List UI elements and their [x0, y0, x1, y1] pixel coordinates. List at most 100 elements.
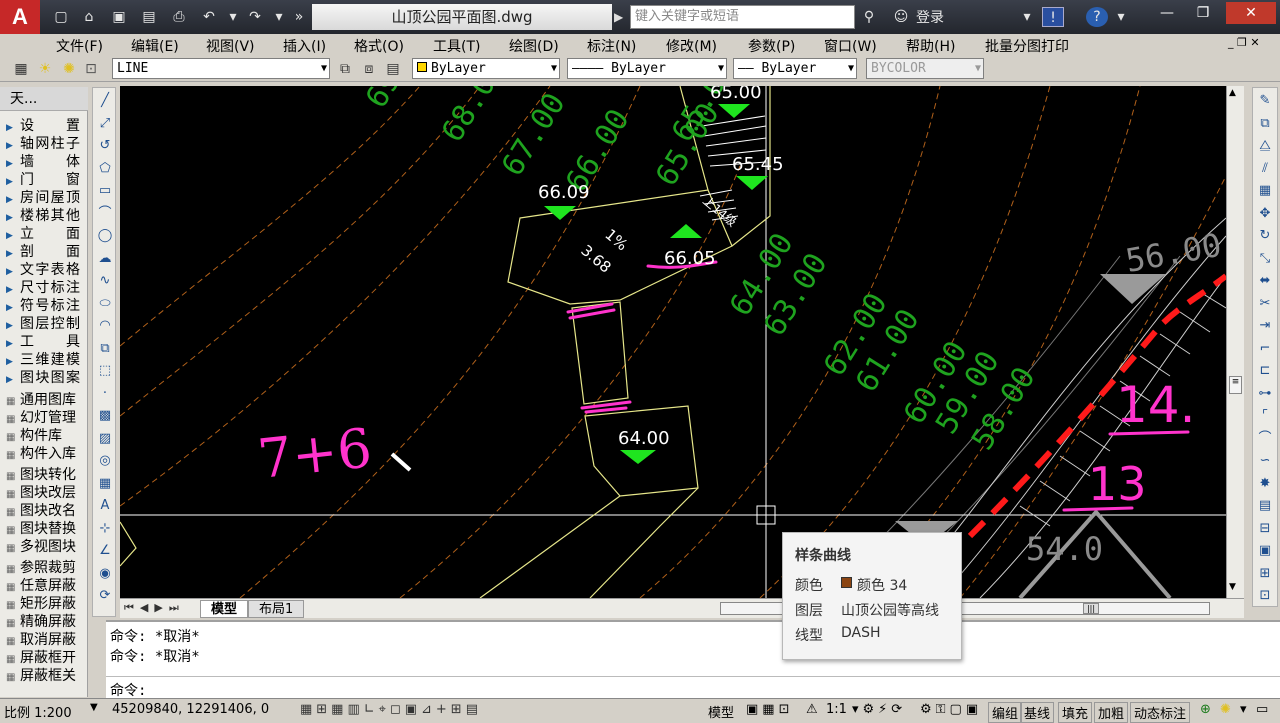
break-point-icon[interactable]: ⌐ — [1256, 340, 1274, 358]
user-icon[interactable]: ☺ — [890, 7, 912, 27]
layer-thaw-icon[interactable]: ✺ — [58, 59, 80, 79]
redo-dropdown-icon[interactable]: ▾ — [268, 7, 290, 27]
menu-help[interactable]: 帮助(H) — [906, 36, 955, 56]
drawing-canvas[interactable]: 69.68.0067.0066.0065.0065.0064.0063.0062… — [120, 86, 1226, 598]
stretch-icon[interactable]: ⬌ — [1256, 272, 1274, 290]
palette-sub-item[interactable]: ▦ 矩形屏蔽 — [6, 595, 88, 613]
tab-model[interactable]: 模型 — [200, 600, 249, 618]
offset-icon[interactable]: ⫽ — [1256, 160, 1274, 178]
menu-file[interactable]: 文件(F) — [56, 36, 103, 56]
palette-item[interactable]: ▶ 立面 — [6, 225, 88, 243]
doc-minimize-icon[interactable]: _ ❐ ✕ — [1228, 36, 1260, 49]
help-dropdown-icon[interactable]: ▾ — [1110, 7, 1132, 27]
ellipse-icon[interactable]: ⬭ — [96, 295, 114, 313]
break-icon[interactable]: ⊏ — [1256, 362, 1274, 380]
palette-item[interactable]: ▶ 楼梯其他 — [6, 207, 88, 225]
polygon-icon[interactable]: ⬠ — [96, 160, 114, 178]
palette-item[interactable]: ▶ 房间屋顶 — [6, 189, 88, 207]
palette-sub-item[interactable]: ▦ 屏蔽框开 — [6, 649, 88, 667]
lineweight-select[interactable]: —— ByLayer ▼ — [733, 58, 857, 79]
menu-parametric[interactable]: 参数(P) — [748, 36, 795, 56]
scale-display[interactable]: 比例 1:200 — [4, 702, 72, 721]
save-as-icon[interactable]: ▤ — [138, 7, 160, 27]
scroll-down-icon[interactable]: ▼ — [1229, 582, 1236, 592]
make-current-icon[interactable]: ⧉ — [334, 59, 356, 79]
minimize-icon[interactable]: — — [1150, 2, 1184, 24]
palette-sub-item[interactable]: ▦ 取消屏蔽 — [6, 631, 88, 649]
fullscreen-icon[interactable]: ▭ — [1256, 702, 1268, 717]
palette-sub-item[interactable]: ▦ 屏蔽框关 — [6, 667, 88, 685]
layer-select[interactable]: LINE ▼ — [112, 58, 330, 79]
copy-icon[interactable]: ⧉ — [1256, 115, 1274, 133]
palette-item[interactable]: ▶ 设置 — [6, 117, 88, 135]
palette-sub-item[interactable]: ▦ 图块替换 — [6, 520, 88, 538]
explode-icon[interactable]: ✸ — [1256, 475, 1274, 493]
table-icon[interactable]: ▦ — [96, 475, 114, 493]
dropdown-icon[interactable]: ▾ — [1016, 7, 1038, 27]
palette-sub-item[interactable]: ▦ 通用图库 — [6, 391, 88, 409]
text-edit-icon[interactable]: ⊡ — [1256, 587, 1274, 605]
menu-dimension[interactable]: 标注(N) — [587, 36, 636, 56]
hatch-icon[interactable]: ▩ — [96, 407, 114, 425]
close-icon[interactable]: ✕ — [1226, 2, 1276, 24]
palette-item[interactable]: ▶ 图层控制 — [6, 315, 88, 333]
scroll-thumb[interactable]: ||| — [1083, 603, 1099, 614]
menu-format[interactable]: 格式(O) — [354, 36, 404, 56]
insert-block-icon[interactable]: ⧉ — [96, 340, 114, 358]
save-icon[interactable]: ▣ — [108, 7, 130, 27]
open-file-icon[interactable]: ⌂ — [78, 7, 100, 27]
trim-icon[interactable]: ✂ — [1256, 295, 1274, 313]
extend-icon[interactable]: ⇥ — [1256, 317, 1274, 335]
search-input[interactable]: 键入关键字或短语 — [630, 5, 855, 29]
layer-lock-icon[interactable]: ⊡ — [80, 59, 102, 79]
tray-dropdown-icon[interactable]: ▾ — [1240, 702, 1247, 717]
gradient-icon[interactable]: ▨ — [96, 430, 114, 448]
arc-icon[interactable]: ⌒ — [96, 205, 114, 223]
palette-item[interactable]: ▶ 符号标注 — [6, 297, 88, 315]
mirror-icon[interactable]: ⧋ — [1256, 137, 1274, 155]
palette-sub-item[interactable]: ▦ 参照裁剪 — [6, 559, 88, 577]
point-icon[interactable]: · — [96, 385, 114, 403]
restore-icon[interactable]: ❐ — [1186, 2, 1220, 24]
tray-icons[interactable]: ⚙⚿▢▣ — [920, 702, 982, 717]
construction-line-icon[interactable]: ⤢ — [96, 115, 114, 133]
palette-item[interactable]: ▶ 三维建模 — [6, 351, 88, 369]
rotate-icon[interactable]: ↻ — [1256, 227, 1274, 245]
revision-cloud-icon[interactable]: ☁ — [96, 250, 114, 268]
model-space-label[interactable]: 模型 — [708, 702, 734, 721]
drafting-toggles[interactable]: ▦⊞▦▥∟⌖◻▣⊿+⊞▤ — [300, 702, 482, 717]
palette-header[interactable]: 天... — [0, 87, 88, 111]
palette-item[interactable]: ▶ 剖面 — [6, 243, 88, 261]
redo-icon[interactable]: ↷ — [244, 7, 266, 27]
add-selected-icon[interactable]: ⊹ — [96, 520, 114, 538]
angle-icon[interactable]: ∠ — [96, 542, 114, 560]
join-icon[interactable]: ⊶ — [1256, 385, 1274, 403]
ellipse-arc-icon[interactable]: ◠ — [96, 317, 114, 335]
more-tools-icon[interactable]: » — [288, 7, 310, 27]
color-select[interactable]: ByLayer ▼ — [412, 58, 560, 79]
region-icon[interactable]: ◎ — [96, 452, 114, 470]
palette-item[interactable]: ▶ 墙体 — [6, 153, 88, 171]
search-expand-icon[interactable]: ▶ — [614, 5, 628, 29]
make-block-icon[interactable]: ⬚ — [96, 362, 114, 380]
palette-sub-item[interactable]: ▦ 图块转化 — [6, 466, 88, 484]
scroll-up-icon[interactable]: ▲ — [1229, 88, 1236, 98]
tab-nav-icon[interactable]: ⏮◀▶⏭ — [124, 601, 185, 615]
palette-item[interactable]: ▶ 尺寸标注 — [6, 279, 88, 297]
palette-item[interactable]: ▶ 图块图案 — [6, 369, 88, 387]
coordinate-icon[interactable]: ⟳ — [96, 587, 114, 605]
array-icon[interactable]: ▦ — [1256, 182, 1274, 200]
lock-icon[interactable]: ⊕ — [1200, 702, 1211, 717]
palette-sub-item[interactable]: ▦ 精确屏蔽 — [6, 613, 88, 631]
palette-sub-item[interactable]: ▦ 多视图块 — [6, 538, 88, 556]
palette-item[interactable]: ▶ 工具 — [6, 333, 88, 351]
layer-state-icon[interactable]: ▤ — [382, 59, 404, 79]
palette-sub-item[interactable]: ▦ 幻灯管理 — [6, 409, 88, 427]
menu-window[interactable]: 窗口(W) — [824, 36, 877, 56]
fillet-icon[interactable]: ⌒ — [1256, 430, 1274, 448]
erase-icon[interactable]: ✎ — [1256, 92, 1274, 110]
rectangle-icon[interactable]: ▭ — [96, 182, 114, 200]
exchange-icon[interactable]: ! — [1042, 7, 1064, 27]
palette-item[interactable]: ▶ 文字表格 — [6, 261, 88, 279]
linetype-select[interactable]: ———— ByLayer ▼ — [567, 58, 727, 79]
